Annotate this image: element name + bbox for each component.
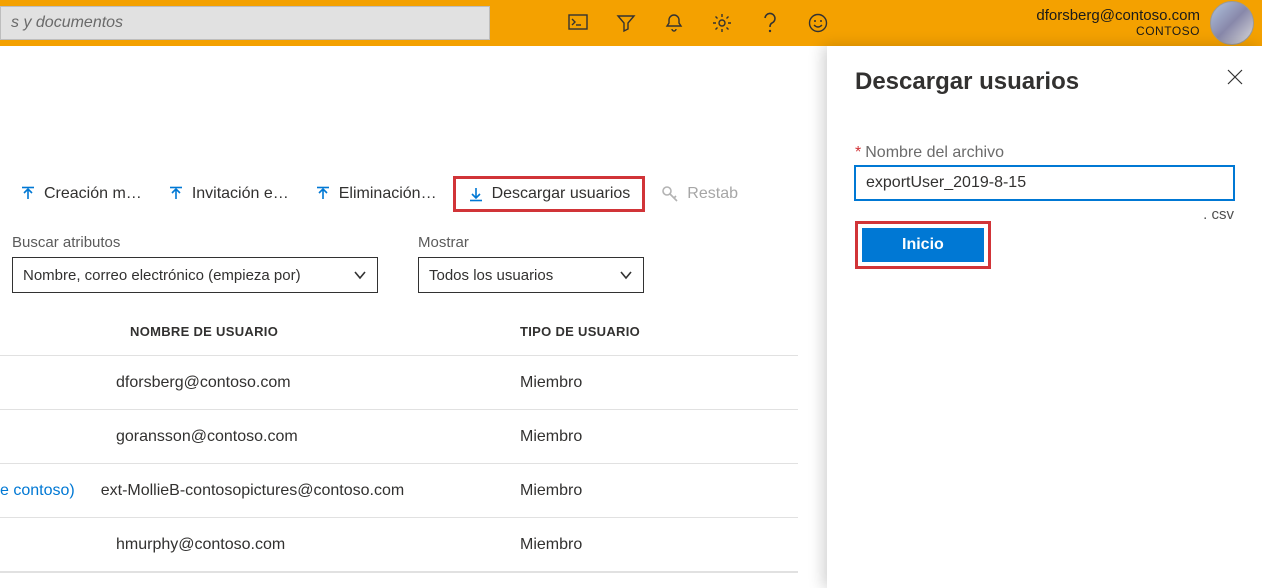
cloud-shell-icon[interactable] bbox=[568, 13, 588, 33]
show-filter-value: Todos los usuarios bbox=[429, 267, 553, 284]
start-download-button[interactable]: Inicio bbox=[862, 228, 984, 262]
search-attribute-value: Nombre, correo electrónico (empieza por) bbox=[23, 267, 301, 284]
col-header-username[interactable]: NOMBRE DE USUARIO bbox=[0, 324, 520, 339]
chevron-down-icon bbox=[353, 268, 367, 282]
start-button-highlight: Inicio bbox=[855, 221, 991, 269]
cell-username: hmurphy@contoso.com bbox=[116, 536, 285, 554]
bulk-invite-label: Invitación e… bbox=[192, 185, 289, 203]
upload-icon bbox=[315, 186, 331, 202]
download-users-panel: Descargar usuarios *Nombre del archivo .… bbox=[827, 46, 1262, 588]
download-icon bbox=[468, 186, 484, 202]
bulk-create-button[interactable]: Creación m… bbox=[10, 179, 152, 209]
cell-type: Miembro bbox=[520, 374, 770, 392]
users-table: NOMBRE DE USUARIO TIPO DE USUARIO dforsb… bbox=[0, 314, 798, 573]
cell-type: Miembro bbox=[520, 536, 770, 554]
cell-username: goransson@contoso.com bbox=[116, 428, 298, 446]
filter-row: Buscar atributos Nombre, correo electrón… bbox=[12, 234, 644, 293]
upload-icon bbox=[20, 186, 36, 202]
table-header: NOMBRE DE USUARIO TIPO DE USUARIO bbox=[0, 314, 798, 355]
col-header-type[interactable]: TIPO DE USUARIO bbox=[520, 324, 770, 339]
search-placeholder-text: s y documentos bbox=[11, 14, 123, 32]
table-row[interactable]: dforsberg@contoso.com Miembro bbox=[0, 355, 798, 409]
topbar-icon-group bbox=[568, 13, 828, 33]
main-content: Creación m… Invitación e… Eliminación… D… bbox=[0, 46, 827, 588]
upload-icon bbox=[168, 186, 184, 202]
close-icon bbox=[1226, 68, 1244, 86]
table-end bbox=[0, 571, 798, 573]
filename-input[interactable] bbox=[855, 166, 1234, 200]
cell-type: Miembro bbox=[520, 482, 770, 500]
panel-title: Descargar usuarios bbox=[855, 68, 1234, 96]
close-panel-button[interactable] bbox=[1226, 68, 1244, 89]
required-asterisk: * bbox=[855, 144, 861, 161]
search-attribute-group: Buscar atributos Nombre, correo electrón… bbox=[12, 234, 378, 293]
feedback-smile-icon[interactable] bbox=[808, 13, 828, 33]
show-filter-label: Mostrar bbox=[418, 234, 644, 251]
account-area[interactable]: dforsberg@contoso.com CONTOSO bbox=[1036, 0, 1254, 46]
cell-username: ext-MollieB-contosopictures@contoso.com bbox=[101, 482, 404, 500]
cell-type: Miembro bbox=[520, 428, 770, 446]
user-tenant: CONTOSO bbox=[1036, 25, 1200, 38]
show-filter-group: Mostrar Todos los usuarios bbox=[418, 234, 644, 293]
table-row[interactable]: goransson@contoso.com Miembro bbox=[0, 409, 798, 463]
filename-label: *Nombre del archivo bbox=[855, 144, 1234, 162]
download-users-button[interactable]: Descargar usuarios bbox=[453, 176, 646, 212]
table-row[interactable]: hmurphy@contoso.com Miembro bbox=[0, 517, 798, 571]
bulk-delete-button[interactable]: Eliminación… bbox=[305, 179, 447, 209]
notifications-icon[interactable] bbox=[664, 13, 684, 33]
guest-prefix: e contoso) bbox=[0, 482, 75, 500]
table-row[interactable]: e contoso) ext-MollieB-contosopictures@c… bbox=[0, 463, 798, 517]
bulk-delete-label: Eliminación… bbox=[339, 185, 437, 203]
filter-directory-icon[interactable] bbox=[616, 13, 636, 33]
reset-password-button: Restab bbox=[651, 179, 748, 209]
user-info: dforsberg@contoso.com CONTOSO bbox=[1036, 8, 1200, 38]
help-icon[interactable] bbox=[760, 13, 780, 33]
avatar[interactable] bbox=[1210, 1, 1254, 45]
user-email: dforsberg@contoso.com bbox=[1036, 8, 1200, 25]
search-attribute-label: Buscar atributos bbox=[12, 234, 378, 251]
settings-gear-icon[interactable] bbox=[712, 13, 732, 33]
bulk-create-label: Creación m… bbox=[44, 185, 142, 203]
search-attribute-dropdown[interactable]: Nombre, correo electrónico (empieza por) bbox=[12, 257, 378, 293]
command-bar: Creación m… Invitación e… Eliminación… D… bbox=[10, 176, 748, 212]
reset-password-label: Restab bbox=[687, 185, 738, 203]
key-icon bbox=[661, 185, 679, 203]
show-filter-dropdown[interactable]: Todos los usuarios bbox=[418, 257, 644, 293]
download-users-label: Descargar usuarios bbox=[492, 185, 631, 203]
cell-username: dforsberg@contoso.com bbox=[116, 374, 291, 392]
chevron-down-icon bbox=[619, 268, 633, 282]
top-bar: s y documentos dforsberg@contoso.com CON… bbox=[0, 0, 1262, 46]
bulk-invite-button[interactable]: Invitación e… bbox=[158, 179, 299, 209]
global-search-input[interactable]: s y documentos bbox=[0, 6, 490, 40]
